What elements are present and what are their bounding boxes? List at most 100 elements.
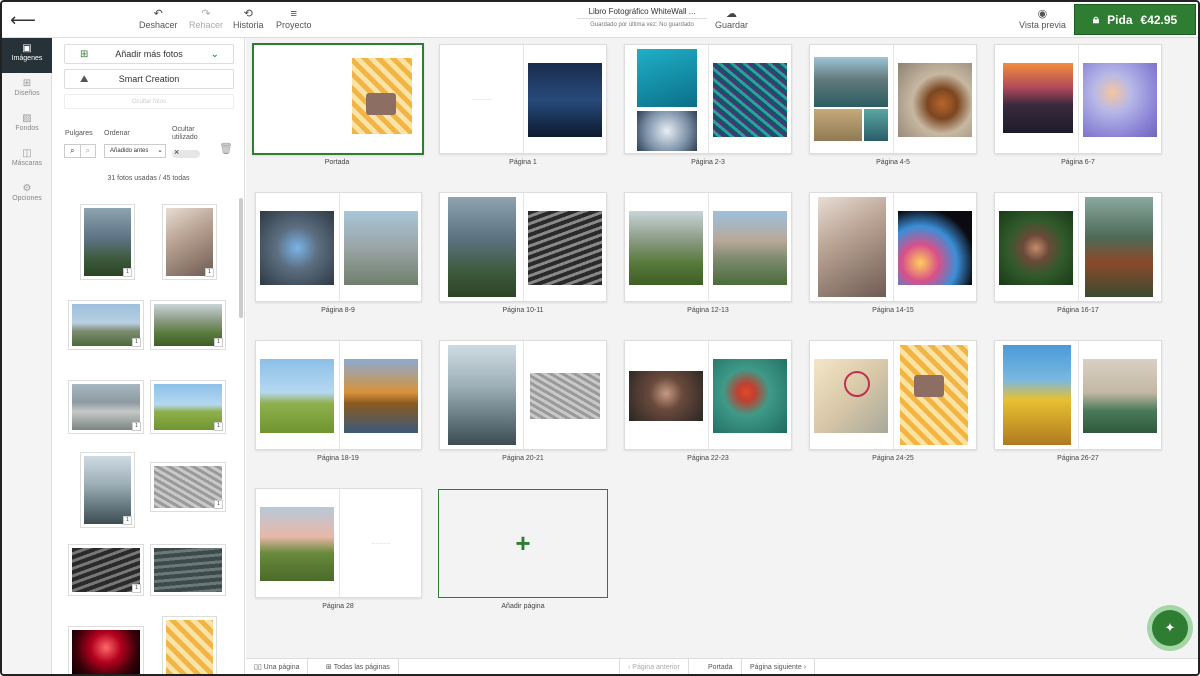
photo-thumb[interactable]: 1 xyxy=(150,380,226,434)
page-12-13[interactable] xyxy=(624,192,792,302)
add-photos-button[interactable]: ⊞ Añadir más fotos ⌄ xyxy=(64,44,234,64)
add-image-icon: ⊞ xyxy=(80,48,89,60)
chevron-left-icon: ‹ xyxy=(628,664,631,671)
cover-button[interactable]: Portada xyxy=(700,659,742,674)
sort-select[interactable]: Añadido antes ⌄ xyxy=(104,144,166,158)
sort-label: Ordenar xyxy=(104,130,130,137)
photo-thumb[interactable]: 1 xyxy=(68,300,144,350)
page-label: Página 14-15 xyxy=(872,307,914,314)
page-label: Página 4-5 xyxy=(876,159,910,166)
photo-thumb[interactable]: 1 xyxy=(80,452,135,528)
document-info: Libro Fotográfico WhiteWall ... Guardado… xyxy=(577,7,707,28)
zoom-out-icon[interactable]: ⌕ xyxy=(79,145,96,157)
hidden-photos-button[interactable]: Ocultar fotos xyxy=(64,94,234,109)
top-bar: ⟵ ↶ Deshacer ↷ Rehacer ⟲ Historia ≡ Proyecto… xyxy=(2,2,1198,38)
photo-thumb[interactable]: 1 xyxy=(162,204,217,280)
photo-thumb[interactable]: 1 xyxy=(150,300,226,350)
chevron-down-icon: ⌄ xyxy=(210,48,219,60)
page-label: Página 16-17 xyxy=(1057,307,1099,314)
photo-thumb[interactable] xyxy=(162,616,217,674)
photo-count: 31 fotos usadas / 45 todas xyxy=(107,175,190,182)
redo-icon: ↷ xyxy=(201,8,211,20)
images-icon: ▣ xyxy=(22,43,32,54)
page-8-9[interactable] xyxy=(255,192,422,302)
rail-item-images[interactable]: ▣ Imágenes xyxy=(2,38,52,73)
app-window: ⟵ ↶ Deshacer ↷ Rehacer ⟲ Historia ≡ Proyecto… xyxy=(0,0,1200,676)
history-icon: ⟲ xyxy=(243,8,253,20)
hide-used-toggle[interactable]: × xyxy=(172,147,200,158)
page-24-25[interactable] xyxy=(809,340,977,450)
add-page-button[interactable]: + xyxy=(438,489,608,598)
trash-icon[interactable]: 🗑︎ xyxy=(219,142,233,155)
hide-used-label: Ocultar utilizado xyxy=(172,126,198,141)
page-14-15[interactable] xyxy=(809,192,977,302)
page-1[interactable]: — — — — — xyxy=(439,44,607,154)
smart-creation-button[interactable]: ⛰ Smart Creation xyxy=(64,69,234,89)
redo-button[interactable]: ↷ Rehacer xyxy=(189,8,223,30)
next-page-button[interactable]: Página siguiente › xyxy=(742,659,816,674)
sliders-icon: ≡ xyxy=(290,8,297,20)
photo-thumb[interactable]: 1 xyxy=(150,462,226,512)
rail-item-designs[interactable]: ⊞ Diseños xyxy=(2,73,52,108)
page-label: Página 28 xyxy=(322,603,354,610)
page-label: Página 20-21 xyxy=(502,455,544,462)
chevron-right-icon: › xyxy=(803,664,807,671)
thumbs-label: Pulgares xyxy=(65,130,93,137)
page-26-27[interactable] xyxy=(994,340,1162,450)
page-label: Portada xyxy=(324,159,350,166)
rail-item-backgrounds[interactable]: ▨ Fondos xyxy=(2,108,52,143)
layout-icon: ⊞ xyxy=(22,78,32,89)
page-label: Página 18-19 xyxy=(317,455,359,462)
page-label: Página 2-3 xyxy=(691,159,725,166)
page-4-5[interactable] xyxy=(809,44,977,154)
rail-item-masks[interactable]: ◫ Máscaras xyxy=(2,143,52,178)
undo-button[interactable]: ↶ Deshacer xyxy=(139,8,178,30)
one-page-view-button[interactable]: ▯▯ Una página xyxy=(246,659,309,674)
chevron-down-icon: ⌄ xyxy=(157,147,163,154)
undo-icon: ↶ xyxy=(153,8,163,20)
history-button[interactable]: ⟲ Historia xyxy=(233,8,264,30)
pages-overview: Portada — — — — — Página 1 Página 2-3 Pá… xyxy=(246,38,1198,658)
magic-assistant-button[interactable]: ✦ xyxy=(1147,605,1193,651)
arrow-left-icon[interactable]: ⟵ xyxy=(10,10,36,30)
page-label: Página 26-27 xyxy=(1057,455,1099,462)
cloud-icon: ☁ xyxy=(726,8,738,20)
photo-thumb[interactable]: 1 xyxy=(80,204,135,280)
order-button[interactable]: 🔒︎ Pida €42.95 xyxy=(1074,4,1196,35)
panel-scrollbar[interactable] xyxy=(239,198,243,318)
document-title[interactable]: Libro Fotográfico WhiteWall ... xyxy=(577,7,707,19)
page-10-11[interactable] xyxy=(439,192,607,302)
page-2-3[interactable] xyxy=(624,44,792,154)
page-22-23[interactable] xyxy=(624,340,792,450)
page-label: Página 12-13 xyxy=(687,307,729,314)
background-icon: ▨ xyxy=(22,113,32,124)
page-label: Página 10-11 xyxy=(502,307,544,314)
preview-button[interactable]: ◉ Vista previa xyxy=(1019,8,1066,30)
single-page-icon: ▯▯ xyxy=(254,664,262,671)
page-28[interactable]: — — — — — xyxy=(255,488,422,598)
thumb-zoom: ⌕ ⌕ xyxy=(64,144,96,158)
photo-thumb[interactable] xyxy=(150,544,226,596)
photo-thumb[interactable]: 1 xyxy=(68,380,144,434)
eye-icon: ◉ xyxy=(1037,8,1048,20)
page-label: Página 22-23 xyxy=(687,455,729,462)
close-icon: × xyxy=(174,147,180,157)
magic-book-icon: ✦ xyxy=(1152,610,1188,646)
photo-thumb[interactable]: 1 xyxy=(68,544,144,596)
page-6-7[interactable] xyxy=(994,44,1162,154)
project-button[interactable]: ≡ Proyecto xyxy=(276,8,312,30)
prev-page-button[interactable]: ‹ Página anterior xyxy=(619,659,689,674)
mask-icon: ◫ xyxy=(22,148,32,159)
page-18-19[interactable] xyxy=(255,340,422,450)
page-16-17[interactable] xyxy=(994,192,1162,302)
all-pages-view-button[interactable]: ⊞ Todas las páginas xyxy=(318,659,399,674)
rail-item-options[interactable]: ⚙ Opciones xyxy=(2,178,52,213)
photo-thumb[interactable] xyxy=(68,626,144,674)
page-cover[interactable] xyxy=(252,43,424,155)
page-20-21[interactable] xyxy=(439,340,607,450)
bottom-bar: ▯▯ Una página ⊞ Todas las páginas ‹ Pági… xyxy=(246,658,1198,674)
page-label: Página 24-25 xyxy=(872,455,914,462)
save-button[interactable]: ☁ Guardar xyxy=(715,8,748,30)
order-price: €42.95 xyxy=(1140,12,1178,27)
zoom-in-icon[interactable]: ⌕ xyxy=(65,145,80,157)
